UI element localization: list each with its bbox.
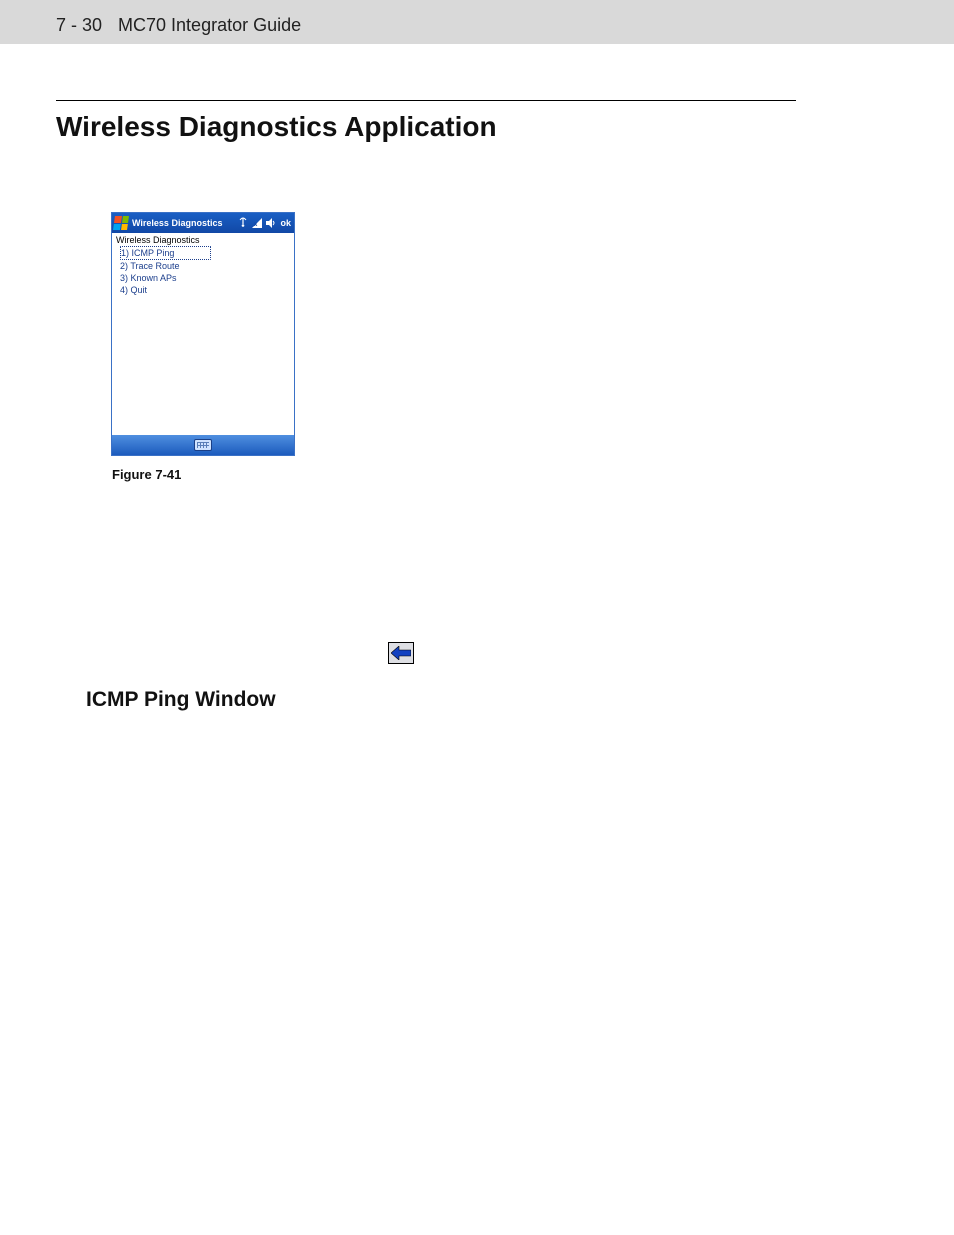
back-arrow-button[interactable] — [388, 642, 414, 664]
menu-item-icmp-ping[interactable]: 1) ICMP Ping — [120, 246, 211, 260]
device-app-title: Wireless Diagnostics — [132, 218, 222, 228]
cellular-icon[interactable] — [237, 217, 249, 229]
device-body: Wireless Diagnostics 1) ICMP Ping 2) Tra… — [112, 233, 294, 435]
menu-item-quit[interactable]: 4) Quit — [120, 284, 290, 296]
ok-button[interactable]: ok — [279, 218, 292, 228]
section-title: Wireless Diagnostics Application — [56, 111, 898, 143]
figure-caption: Figure 7-41 — [112, 467, 294, 482]
page-number: 7 - 30 — [56, 15, 102, 36]
device-screenshot: Wireless Diagnostics x — [112, 213, 294, 455]
guide-title: MC70 Integrator Guide — [118, 15, 301, 36]
device-bottom-bar — [112, 435, 294, 455]
section-divider — [56, 100, 796, 101]
menu-item-trace-route[interactable]: 2) Trace Route — [120, 260, 290, 272]
signal-strength-icon[interactable]: x — [251, 217, 263, 229]
device-body-heading: Wireless Diagnostics — [116, 235, 290, 245]
windows-flag-icon[interactable] — [113, 216, 129, 230]
page-content: Wireless Diagnostics Application Wireles… — [0, 44, 954, 712]
page-header: 7 - 30 MC70 Integrator Guide — [0, 0, 954, 44]
device-titlebar: Wireless Diagnostics x — [112, 213, 294, 233]
keyboard-icon[interactable] — [194, 439, 212, 451]
figure-container: Wireless Diagnostics x — [112, 213, 294, 482]
device-menu: 1) ICMP Ping 2) Trace Route 3) Known APs… — [116, 246, 290, 296]
subsection-title: ICMP Ping Window — [86, 688, 898, 712]
back-arrow-icon — [391, 646, 411, 660]
menu-item-known-aps[interactable]: 3) Known APs — [120, 272, 290, 284]
speaker-icon[interactable] — [265, 217, 277, 229]
